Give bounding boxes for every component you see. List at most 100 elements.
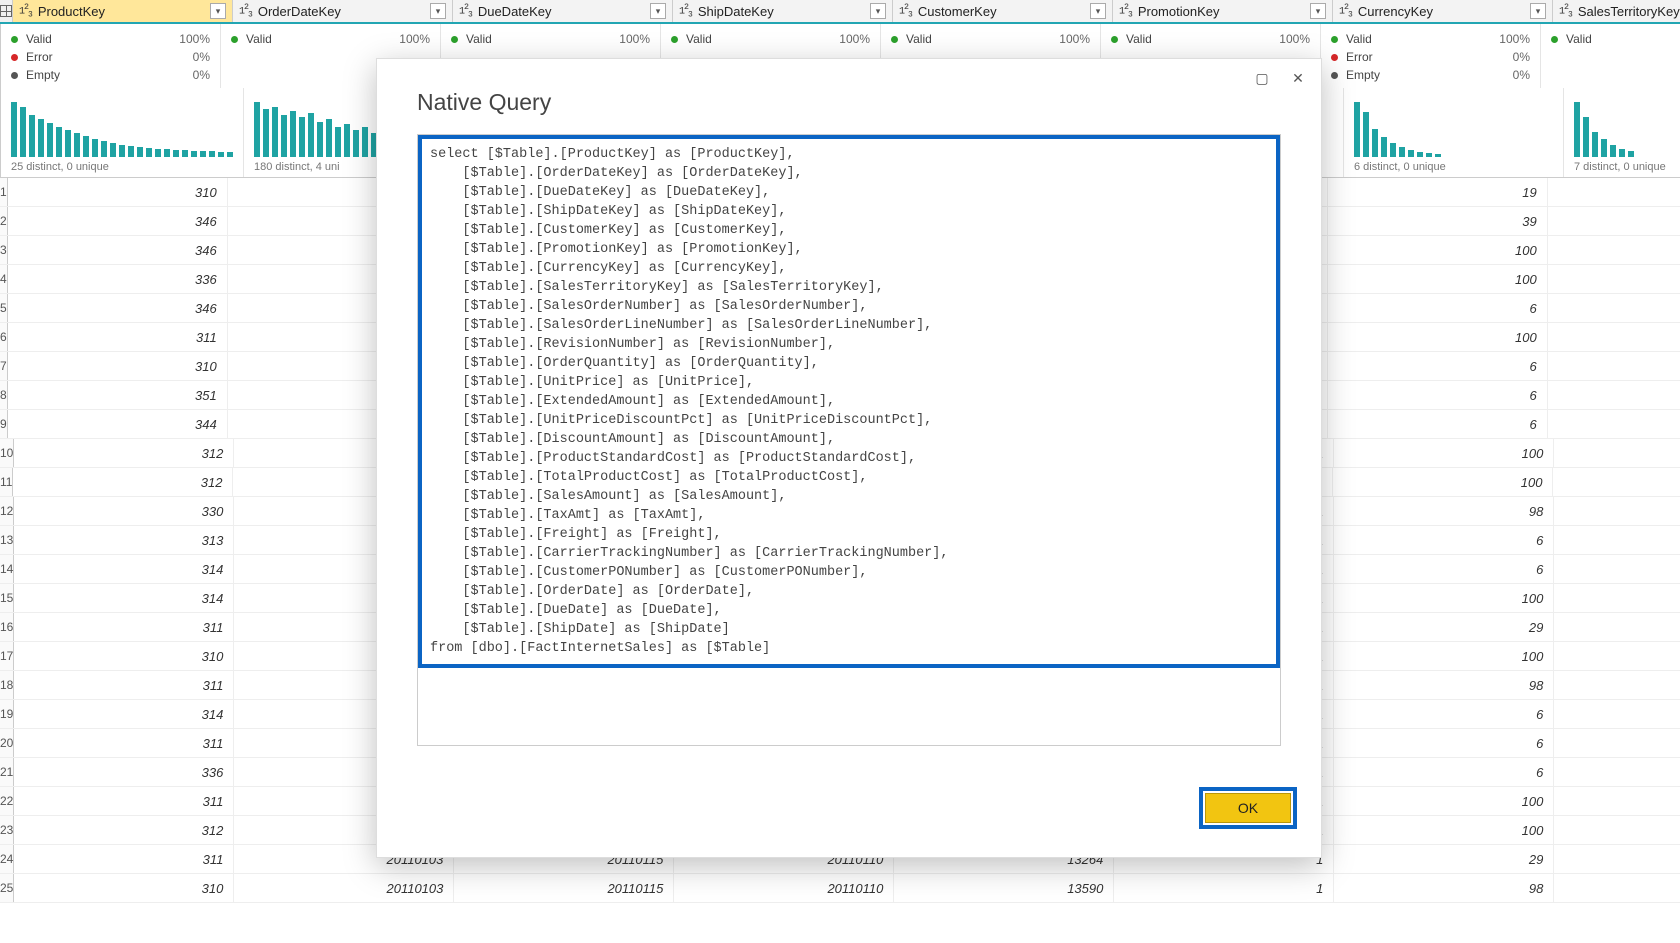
column-filter-dropdown[interactable]: ▾ [870, 3, 886, 19]
row-number[interactable]: 2 [0, 207, 8, 235]
cell[interactable]: 20110103 [234, 874, 454, 902]
cell[interactable]: 13590 [894, 874, 1114, 902]
cell[interactable]: 344 [8, 410, 228, 438]
cell[interactable] [1553, 468, 1680, 496]
cell[interactable] [1554, 874, 1680, 902]
row-number[interactable]: 19 [0, 700, 14, 728]
row-number[interactable]: 4 [0, 265, 8, 293]
column-header-shipdatekey[interactable]: 123 ShipDateKey ▾ [673, 0, 893, 22]
cell[interactable]: 98 [1334, 874, 1554, 902]
row-number-header[interactable] [0, 0, 13, 22]
cell[interactable] [1554, 526, 1680, 554]
cell[interactable] [1548, 410, 1680, 438]
cell[interactable] [1554, 845, 1680, 873]
cell[interactable]: 6 [1334, 555, 1554, 583]
column-header-salesterritorykey[interactable]: 123 SalesTerritoryKey ▾ [1553, 0, 1680, 22]
column-filter-dropdown[interactable]: ▾ [210, 3, 226, 19]
row-number[interactable]: 8 [0, 381, 8, 409]
cell[interactable] [1548, 178, 1680, 206]
cell[interactable] [1548, 294, 1680, 322]
cell[interactable]: 98 [1334, 497, 1554, 525]
row-number[interactable]: 14 [0, 555, 14, 583]
cell[interactable]: 314 [14, 700, 234, 728]
cell[interactable]: 336 [8, 265, 228, 293]
table-row[interactable]: 2531020110103201101152011011013590198 [0, 874, 1680, 903]
cell[interactable] [1548, 236, 1680, 264]
cell[interactable] [1554, 816, 1680, 844]
cell[interactable] [1548, 265, 1680, 293]
row-number[interactable]: 10 [0, 439, 14, 467]
cell[interactable]: 98 [1334, 671, 1554, 699]
cell[interactable]: 336 [14, 758, 234, 786]
cell[interactable]: 100 [1333, 468, 1553, 496]
cell[interactable]: 39 [1328, 207, 1548, 235]
cell[interactable]: 6 [1328, 352, 1548, 380]
column-filter-dropdown[interactable]: ▾ [430, 3, 446, 19]
row-number[interactable]: 9 [0, 410, 8, 438]
cell[interactable] [1548, 381, 1680, 409]
cell[interactable]: 100 [1334, 439, 1554, 467]
column-filter-dropdown[interactable]: ▾ [1310, 3, 1326, 19]
column-header-orderdatekey[interactable]: 123 OrderDateKey ▾ [233, 0, 453, 22]
cell[interactable] [1554, 584, 1680, 612]
cell[interactable]: 330 [14, 497, 234, 525]
row-number[interactable]: 1 [0, 178, 8, 206]
cell[interactable]: 310 [14, 642, 234, 670]
cell[interactable]: 6 [1328, 410, 1548, 438]
column-header-currencykey[interactable]: 123 CurrencyKey ▾ [1333, 0, 1553, 22]
row-number[interactable]: 16 [0, 613, 14, 641]
cell[interactable]: 6 [1334, 729, 1554, 757]
cell[interactable]: 310 [14, 874, 234, 902]
row-number[interactable]: 24 [0, 845, 14, 873]
cell[interactable]: 314 [14, 584, 234, 612]
maximize-button[interactable]: ▢ [1245, 65, 1279, 91]
cell[interactable]: 100 [1334, 584, 1554, 612]
cell[interactable] [1554, 642, 1680, 670]
cell[interactable]: 311 [14, 787, 234, 815]
row-number[interactable]: 22 [0, 787, 14, 815]
row-number[interactable]: 21 [0, 758, 14, 786]
cell[interactable]: 311 [14, 845, 234, 873]
cell[interactable] [1554, 729, 1680, 757]
cell[interactable]: 6 [1334, 700, 1554, 728]
row-number[interactable]: 6 [0, 323, 8, 351]
column-filter-dropdown[interactable]: ▾ [1530, 3, 1546, 19]
cell[interactable] [1554, 497, 1680, 525]
cell[interactable]: 314 [14, 555, 234, 583]
column-header-promotionkey[interactable]: 123 PromotionKey ▾ [1113, 0, 1333, 22]
cell[interactable]: 6 [1334, 526, 1554, 554]
cell[interactable]: 311 [8, 323, 228, 351]
cell[interactable]: 29 [1334, 845, 1554, 873]
column-header-productkey[interactable]: 123 ProductKey ▾ [13, 0, 233, 22]
cell[interactable] [1554, 613, 1680, 641]
cell[interactable]: 310 [8, 352, 228, 380]
cell[interactable]: 312 [14, 816, 234, 844]
column-filter-dropdown[interactable]: ▾ [1090, 3, 1106, 19]
native-query-text[interactable]: select [$Table].[ProductKey] as [Product… [430, 145, 1268, 658]
cell[interactable]: 100 [1328, 265, 1548, 293]
row-number[interactable]: 13 [0, 526, 14, 554]
row-number[interactable]: 12 [0, 497, 14, 525]
cell[interactable]: 19 [1328, 178, 1548, 206]
cell[interactable]: 313 [14, 526, 234, 554]
row-number[interactable]: 17 [0, 642, 14, 670]
row-number[interactable]: 3 [0, 236, 8, 264]
column-filter-dropdown[interactable]: ▾ [650, 3, 666, 19]
cell[interactable]: 346 [8, 294, 228, 322]
cell[interactable] [1548, 323, 1680, 351]
cell[interactable] [1548, 352, 1680, 380]
cell[interactable]: 100 [1334, 642, 1554, 670]
cell[interactable]: 6 [1328, 294, 1548, 322]
row-number[interactable]: 15 [0, 584, 14, 612]
cell[interactable]: 20110110 [674, 874, 894, 902]
close-button[interactable]: ✕ [1281, 65, 1315, 91]
cell[interactable]: 100 [1328, 236, 1548, 264]
cell[interactable] [1554, 758, 1680, 786]
cell[interactable]: 100 [1328, 323, 1548, 351]
cell[interactable]: 311 [14, 729, 234, 757]
row-number[interactable]: 23 [0, 816, 14, 844]
cell[interactable]: 346 [8, 236, 228, 264]
ok-button[interactable]: OK [1205, 793, 1291, 823]
cell[interactable]: 6 [1328, 381, 1548, 409]
row-number[interactable]: 25 [0, 874, 14, 902]
